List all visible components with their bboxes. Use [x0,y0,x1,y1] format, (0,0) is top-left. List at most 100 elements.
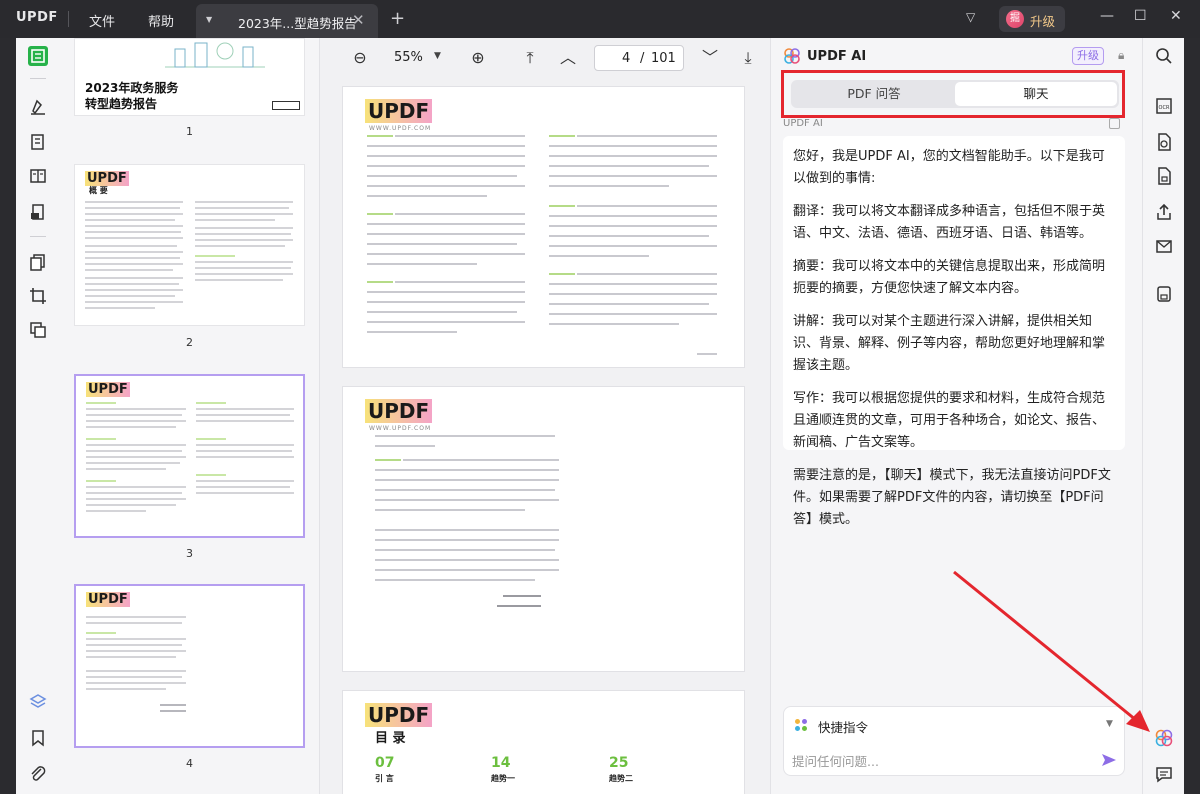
tab-chat[interactable]: 聊天 [955,82,1117,106]
ai-mode-switch: PDF 问答 聊天 [791,80,1119,108]
mini-logo: UPDF [86,382,130,397]
window-edge [1184,38,1200,794]
zoom-dropdown-icon[interactable]: ▼ [434,51,441,61]
toc-item-number: 25 [609,755,629,771]
toc-item-label: 引 言 [375,774,394,783]
mini-logo: UPDF [85,171,129,186]
comment-icon[interactable] [1154,764,1174,784]
message-paragraph: 翻译：我可以将文本翻译成多种语言，包括但不限于英语、中文、法语、德语、西班牙语、… [793,204,1106,241]
mini-logo: UPDF [86,592,130,607]
ai-input-area: 快捷指令 ▼ [783,706,1125,776]
page-logo-subtitle: WWW.UPDF.COM [369,125,432,132]
message-paragraph: 讲解：我可以对某个主题进行深入讲解，提供相关知识、背景、解释、例子等内容，帮助您… [793,314,1106,373]
email-icon[interactable] [1154,236,1174,256]
first-page-icon[interactable]: ⤒ [520,48,540,68]
page-logo: UPDF [365,399,433,423]
zoom-out-button[interactable]: ⊖ [350,48,370,68]
ai-panel: UPDF AI 升级 🔒︎ PDF 问答 聊天 UPDF AI 您好，我是UPD… [770,38,1142,794]
reader-icon[interactable] [28,46,48,66]
thumbnail-page-3[interactable]: UPDF [74,374,305,538]
next-page-icon[interactable]: ﹀ [700,48,720,68]
cover-title: 2023年政务服务 [85,81,179,95]
thumbnail-page-1[interactable]: 2023年政务服务 转型趋势报告 [74,38,305,116]
convert-pdf-icon[interactable] [1154,132,1174,152]
highlighter-icon[interactable] [28,96,48,116]
document-page-3: UPDF WWW.UPDF.COM [342,86,745,368]
current-page[interactable]: 4 [622,51,630,66]
message-paragraph: 需要注意的是，【聊天】模式下，我无法直接访问PDF文件。如果需要了解PDF文件的… [793,468,1111,527]
thumbnail-page-2[interactable]: UPDF 概 要 [74,164,305,326]
toc-item-number: 14 [491,755,511,771]
organize-pages-icon[interactable] [28,252,48,272]
zoom-level[interactable]: 55% [394,50,423,65]
updf-ai-logo-icon [784,48,800,64]
ocr-icon[interactable]: OCR [1154,96,1174,116]
ai-upgrade-button[interactable]: 升级 [1072,47,1104,65]
title-bar: UPDF 文件 帮助 ▼ 2023年...型趋势报告 ✕ + ▽ 掘 升级 — … [0,0,1200,38]
updf-ai-icon[interactable] [1154,728,1174,748]
toc-item-label: 趋势二 [609,774,633,783]
thumbnail-page-4[interactable]: UPDF [74,584,305,748]
svg-text:OCR: OCR [1159,105,1170,111]
message-sender: UPDF AI [783,118,823,129]
rail-divider [30,236,46,237]
right-tool-rail: OCR [1142,38,1184,794]
thumbnail-page-number: 1 [186,125,193,138]
lock-icon[interactable]: 🔒︎ [1118,48,1124,63]
chevron-down-icon[interactable]: ▽ [966,10,975,24]
sign-icon[interactable] [28,202,48,222]
quick-command-button[interactable]: 快捷指令 [818,717,868,736]
cover-subtitle: 转型趋势报告 [85,97,158,111]
page-logo: UPDF [365,99,433,123]
edit-text-icon[interactable] [28,132,48,152]
document-page-5: UPDF 目 录 07 引 言 14 趋势一 25 趋势二 [342,690,745,794]
thumb-heading: 概 要 [89,186,108,195]
bookmark-icon[interactable] [28,728,48,748]
user-avatar: 掘 [1006,10,1024,28]
page-number-field[interactable]: 4 / 101 [594,45,684,71]
message-paragraph: 您好，我是UPDF AI，您的文档智能助手。以下是我可以做到的事情: [793,149,1105,186]
last-page-icon[interactable]: ⤓ [738,48,758,68]
upgrade-button[interactable]: 掘 升级 [999,6,1065,32]
convert-icon[interactable] [28,320,48,340]
zoom-in-button[interactable]: ⊕ [468,48,488,68]
cover-box [272,101,300,110]
thumbnail-page-number: 4 [186,757,193,770]
close-window-icon[interactable]: ✕ [1170,8,1182,24]
crop-icon[interactable] [28,286,48,306]
document-tab[interactable]: ▼ 2023年...型趋势报告 ✕ [196,4,378,38]
menu-file[interactable]: 文件 [89,11,115,30]
close-tab-icon[interactable]: ✕ [352,11,365,29]
document-view[interactable]: ⊖ 55% ▼ ⊕ ⤒ ︿ 4 / 101 ﹀ ⤓ UPDF WWW.UPDF.… [320,38,770,794]
tab-pdf-qa[interactable]: PDF 问答 [793,82,955,106]
tab-menu-icon[interactable]: ▼ [206,15,212,24]
document-page-4: UPDF WWW.UPDF.COM [342,386,745,672]
maximize-icon[interactable]: ☐ [1134,8,1147,24]
ai-message: 您好，我是UPDF AI，您的文档智能助手。以下是我可以做到的事情: 翻译：我可… [783,136,1125,527]
message-paragraph: 写作：我可以根据您提供的要求和材料，生成符合规范且通顺连贯的文章，可用于各种场合… [793,391,1106,450]
page-logo-subtitle: WWW.UPDF.COM [369,425,432,432]
form-icon[interactable] [28,166,48,186]
protect-icon[interactable] [1154,166,1174,186]
message-paragraph: 摘要：我可以将文本中的关键信息提取出来，形成简明扼要的摘要，方便您快速了解文本内… [793,259,1106,296]
menu-help[interactable]: 帮助 [148,11,174,30]
search-icon[interactable] [1154,46,1174,66]
document-tab-title: 2023年...型趋势报告 [238,16,357,31]
new-tab-button[interactable]: + [390,8,405,29]
ai-question-input[interactable] [792,751,1092,771]
page-separator: / [640,51,645,66]
menu-divider [68,11,69,27]
quick-command-icon [795,719,807,731]
previous-page-icon[interactable]: ︿ [558,48,578,68]
ai-panel-title: UPDF AI [807,49,867,64]
save-icon[interactable] [1154,284,1174,304]
copy-icon[interactable] [1109,118,1120,129]
attachment-icon[interactable] [28,764,48,784]
send-icon[interactable] [1100,751,1118,769]
layers-icon[interactable] [28,692,48,712]
chevron-down-icon[interactable]: ▼ [1106,719,1113,729]
thumbnail-panel: 2023年政务服务 转型趋势报告 1 UPDF 概 要 2 UPDF 3 UPD… [60,38,320,794]
minimize-icon[interactable]: — [1100,8,1114,24]
share-icon[interactable] [1154,202,1174,222]
page-logo: UPDF [365,703,433,727]
